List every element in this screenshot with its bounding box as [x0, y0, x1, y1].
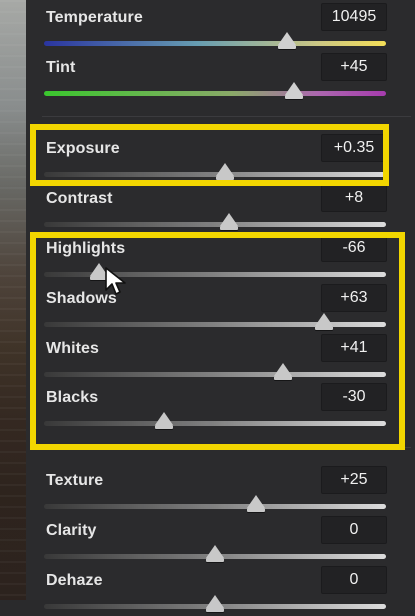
section-divider	[42, 116, 411, 117]
slider-row-temperature: Temperature 10495	[26, 3, 415, 53]
slider-row-contrast: Contrast +8	[26, 184, 415, 234]
slider-value-field[interactable]: 0	[321, 516, 387, 544]
image-preview-strip	[0, 0, 27, 600]
slider-value-field[interactable]: 0	[321, 566, 387, 594]
slider-value-field[interactable]: 10495	[321, 3, 387, 31]
slider-label: Temperature	[46, 9, 143, 26]
slider-thumb[interactable]	[206, 545, 224, 562]
slider-label: Clarity	[46, 522, 97, 539]
adjustments-panel: Temperature 10495 Tint +45 Exposure +0.3…	[26, 0, 415, 612]
slider-label: Texture	[46, 472, 104, 489]
slider-track[interactable]	[44, 82, 386, 99]
slider-thumb[interactable]	[206, 595, 224, 612]
slider-row-dehaze: Dehaze 0	[26, 566, 415, 616]
slider-value-field[interactable]: +25	[321, 466, 387, 494]
slider-track[interactable]	[44, 545, 386, 562]
slider-label: Dehaze	[46, 572, 103, 589]
slider-row-texture: Texture +25	[26, 466, 415, 516]
highlight-box-tone-group	[30, 232, 405, 450]
highlight-box-exposure	[30, 124, 389, 186]
slider-track[interactable]	[44, 595, 386, 612]
slider-track[interactable]	[44, 213, 386, 230]
slider-track[interactable]	[44, 495, 386, 512]
slider-thumb[interactable]	[247, 495, 266, 512]
mouse-cursor-icon	[105, 267, 126, 295]
slider-label: Contrast	[46, 190, 113, 207]
slider-row-tint: Tint +45	[26, 53, 415, 103]
slider-thumb[interactable]	[284, 82, 303, 99]
slider-thumb[interactable]	[219, 213, 238, 230]
slider-track[interactable]	[44, 32, 386, 49]
slider-label: Tint	[46, 59, 76, 76]
slider-value-field[interactable]: +8	[321, 184, 387, 212]
slider-value-field[interactable]: +45	[321, 53, 387, 81]
slider-thumb[interactable]	[277, 32, 296, 49]
slider-row-clarity: Clarity 0	[26, 516, 415, 566]
